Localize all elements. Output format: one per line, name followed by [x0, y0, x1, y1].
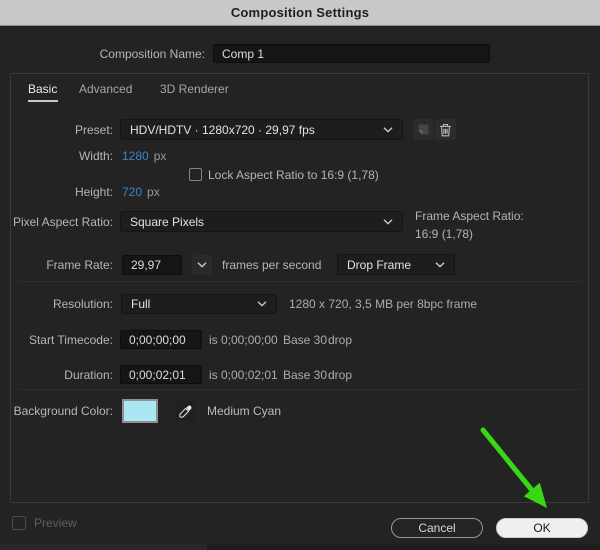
pixel-aspect-ratio-dropdown[interactable]: Square Pixels: [120, 211, 403, 232]
delete-preset-button[interactable]: [435, 119, 456, 140]
title-bar: Composition Settings: [0, 0, 600, 26]
start-timecode-drop: drop: [328, 330, 352, 349]
duration-info: is 0;00;02;01: [209, 365, 278, 384]
tab-basic-underline: [28, 100, 58, 102]
bottom-strip-right: [207, 544, 600, 550]
divider: [20, 281, 580, 282]
composition-settings-dialog: Composition Settings Composition Name: C…: [0, 0, 600, 550]
resolution-value: Full: [131, 297, 150, 311]
start-timecode-info: is 0;00;00;00: [209, 330, 278, 349]
lock-aspect-label: Lock Aspect Ratio to 16:9 (1,78): [208, 167, 379, 182]
ok-button[interactable]: OK: [496, 518, 588, 538]
divider: [20, 389, 580, 390]
duration-base: Base 30: [283, 365, 327, 384]
chevron-down-icon: [435, 262, 445, 268]
frame-aspect-ratio-label: Frame Aspect Ratio:: [415, 209, 524, 223]
pixel-aspect-ratio-value: Square Pixels: [130, 215, 204, 229]
dialog-title: Composition Settings: [231, 5, 369, 20]
width-unit: px: [154, 149, 167, 163]
frames-per-second-label: frames per second: [222, 255, 321, 275]
chevron-down-icon: [383, 219, 393, 225]
background-color-swatch[interactable]: [122, 399, 158, 423]
preview-checkbox[interactable]: [12, 516, 26, 530]
drop-frame-dropdown[interactable]: Drop Frame: [337, 254, 455, 275]
frame-rate-label: Frame Rate:: [0, 255, 113, 275]
eyedropper-icon: [179, 405, 192, 418]
chevron-down-icon: [197, 262, 207, 268]
duration-label: Duration:: [0, 365, 113, 384]
start-timecode-base: Base 30: [283, 330, 327, 349]
tab-3d-renderer[interactable]: 3D Renderer: [160, 82, 229, 96]
duration-input[interactable]: 0;00;02;01: [120, 365, 202, 384]
pixel-aspect-ratio-label: Pixel Aspect Ratio:: [0, 211, 113, 232]
background-color-label: Background Color:: [0, 399, 113, 423]
composition-name-input[interactable]: Comp 1: [213, 44, 490, 63]
width-value[interactable]: 1280: [122, 149, 149, 163]
preset-label: Preset:: [0, 119, 113, 140]
frame-rate-input[interactable]: 29,97: [122, 255, 182, 275]
bottom-strip-left: [0, 544, 207, 550]
height-label: Height:: [0, 184, 113, 200]
trash-icon: [439, 123, 452, 137]
start-timecode-input[interactable]: 0;00;00;00: [120, 330, 202, 349]
width-label: Width:: [0, 148, 113, 164]
preset-value: HDV/HDTV · 1280x720 · 29,97 fps: [130, 123, 315, 137]
resolution-info: 1280 x 720, 3,5 MB per 8bpc frame: [289, 294, 477, 314]
preset-dropdown[interactable]: HDV/HDTV · 1280x720 · 29,97 fps: [120, 119, 403, 140]
drop-frame-value: Drop Frame: [347, 258, 411, 272]
eyedropper-button[interactable]: [175, 401, 195, 421]
cancel-button[interactable]: Cancel: [391, 518, 483, 538]
lock-aspect-checkbox[interactable]: [189, 168, 202, 181]
start-timecode-label: Start Timecode:: [0, 330, 113, 349]
duration-drop: drop: [328, 365, 352, 384]
frame-rate-dropdown-button[interactable]: [192, 255, 212, 275]
height-unit: px: [147, 185, 160, 199]
preview-label: Preview: [34, 516, 77, 530]
folded-square-icon: [417, 123, 430, 136]
background-color-name: Medium Cyan: [207, 399, 281, 423]
save-preset-button[interactable]: [413, 119, 434, 140]
tab-basic[interactable]: Basic: [28, 82, 57, 96]
resolution-dropdown[interactable]: Full: [121, 294, 277, 314]
height-value[interactable]: 720: [122, 185, 142, 199]
tab-advanced[interactable]: Advanced: [79, 82, 132, 96]
chevron-down-icon: [383, 127, 393, 133]
resolution-label: Resolution:: [0, 294, 113, 314]
chevron-down-icon: [257, 301, 267, 307]
composition-name-label: Composition Name:: [0, 44, 205, 63]
frame-aspect-ratio-value: 16:9 (1,78): [415, 227, 473, 241]
